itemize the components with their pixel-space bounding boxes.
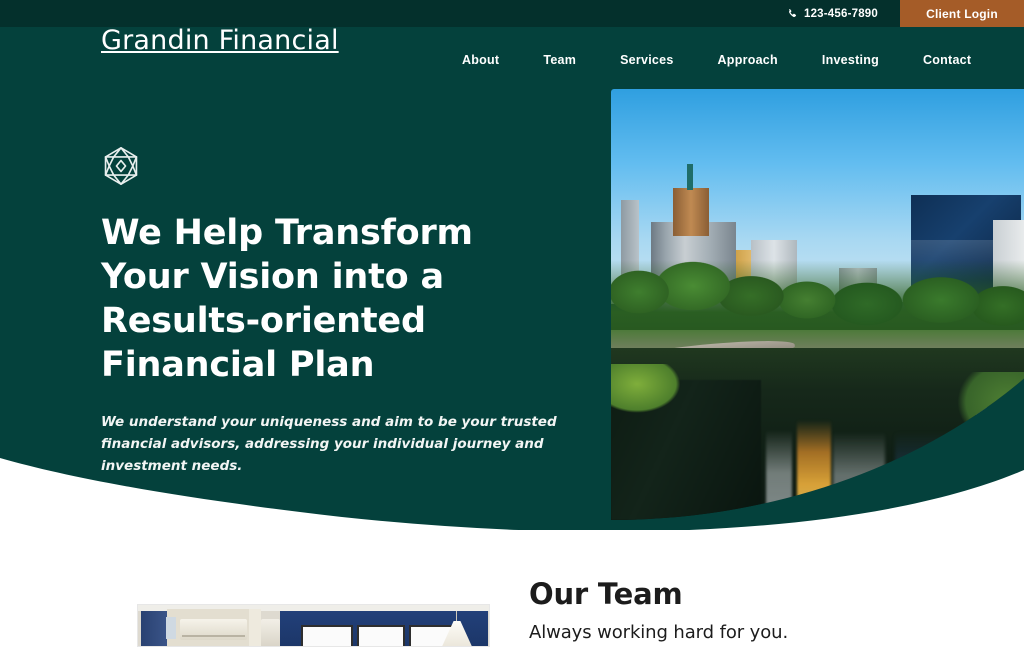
nav-item-approach[interactable]: Approach (696, 49, 800, 71)
nav-item-about[interactable]: About (440, 49, 521, 71)
nav-item-investing[interactable]: Investing (800, 49, 901, 71)
top-utility-bar: 123-456-7890 Client Login (0, 0, 1024, 27)
nav-item-services[interactable]: Services (598, 49, 695, 71)
brand-logo[interactable]: Grandin Financial (101, 25, 339, 56)
phone-number: 123-456-7890 (803, 7, 878, 20)
team-heading: Our Team (529, 577, 683, 611)
nav-item-contact[interactable]: Contact (901, 49, 993, 71)
hero-title: We Help Transform Your Vision into a Res… (101, 213, 473, 385)
team-image (137, 604, 490, 647)
phone-icon (787, 8, 798, 20)
gem-hexagon-icon (101, 145, 571, 187)
phone-link[interactable]: 123-456-7890 (787, 0, 900, 27)
page-root: 123-456-7890 Client Login Grandin Financ… (0, 0, 1024, 647)
nav-item-team[interactable]: Team (521, 49, 598, 71)
hero-content: We Help Transform Your Vision into a Res… (101, 145, 571, 477)
hero-image (611, 89, 1024, 520)
client-login-button[interactable]: Client Login (900, 0, 1024, 27)
site-header: Grandin Financial About Team Services Ap… (0, 25, 1024, 93)
hero-subtitle: We understand your uniqueness and aim to… (101, 414, 557, 474)
main-navigation: About Team Services Approach Investing C… (440, 49, 993, 71)
team-subheading: Always working hard for you. (529, 622, 789, 643)
